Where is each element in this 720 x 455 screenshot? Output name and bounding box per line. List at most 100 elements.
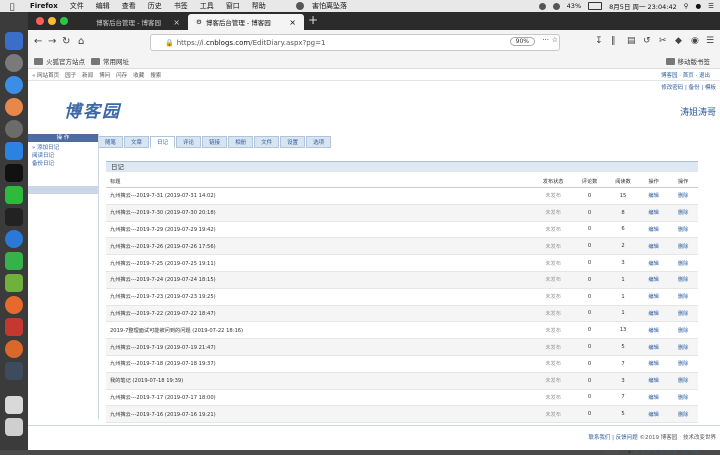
zoom-window-icon[interactable] bbox=[60, 17, 68, 25]
iqiyi-icon[interactable] bbox=[5, 252, 23, 270]
menu-app-name[interactable]: Firefox bbox=[24, 2, 64, 10]
edit-link[interactable]: 编辑 bbox=[638, 254, 670, 272]
diary-title[interactable]: 九州捭云---2019-7-17 (2019-07-17 18:00) bbox=[106, 389, 536, 407]
postman-icon[interactable] bbox=[5, 340, 23, 358]
delete-link[interactable]: 删除 bbox=[669, 204, 698, 222]
finder-icon[interactable] bbox=[5, 32, 23, 50]
tab-inactive[interactable]: 博客后台管理 - 博客园 × bbox=[88, 14, 188, 30]
delete-link[interactable]: 删除 bbox=[669, 237, 698, 256]
diary-title[interactable]: 九州捭云---2019-7-26 (2019-07-26 17:56) bbox=[106, 237, 536, 256]
terminal-icon[interactable] bbox=[5, 164, 23, 182]
topnav-favorites[interactable]: 收藏 bbox=[133, 71, 144, 79]
edit-link[interactable]: 编辑 bbox=[638, 305, 670, 323]
bookmark-firefox-sites[interactable]: 火狐官方站点 bbox=[34, 56, 85, 66]
topnav-news[interactable]: 新闻 bbox=[82, 71, 93, 79]
menu-bookmarks[interactable]: 书签 bbox=[168, 1, 194, 11]
topnav-garden[interactable]: 园子 bbox=[65, 71, 76, 79]
menu-view[interactable]: 查看 bbox=[116, 1, 142, 11]
delete-link[interactable]: 删除 bbox=[669, 288, 698, 306]
topnav-search[interactable]: 搜索 bbox=[150, 71, 161, 79]
photos-icon[interactable] bbox=[5, 98, 23, 116]
delete-link[interactable]: 删除 bbox=[669, 221, 698, 239]
wifi-icon[interactable] bbox=[538, 2, 546, 10]
delete-link[interactable]: 删除 bbox=[669, 355, 698, 373]
diary-title[interactable]: 九州捭云---2019-7-23 (2019-07-23 19:25) bbox=[106, 288, 536, 306]
library-icon[interactable]: ‖ bbox=[611, 36, 616, 46]
edit-link[interactable]: 编辑 bbox=[638, 288, 670, 306]
diary-title[interactable]: 九州捭云---2019-7-16 (2019-07-16 19:21) bbox=[106, 405, 536, 424]
bookmark-star-icon[interactable]: ☆ bbox=[552, 36, 558, 44]
forward-button[interactable]: → bbox=[48, 36, 56, 47]
diary-title[interactable]: 九州捭云---2019-7-30 (2019-07-30 20:18) bbox=[106, 204, 536, 222]
edit-link[interactable]: 编辑 bbox=[638, 237, 670, 256]
page-actions-icon[interactable]: ··· bbox=[542, 36, 549, 44]
sidebar-icon[interactable]: ▤ bbox=[627, 36, 636, 46]
diary-title[interactable]: 九州捭云---2019-7-18 (2019-07-18 19:37) bbox=[106, 355, 536, 373]
topnav-flash[interactable]: 闪存 bbox=[116, 71, 127, 79]
sidebar-add-diary[interactable]: » 添加日记 bbox=[32, 144, 98, 152]
site-logo[interactable]: 博客园 bbox=[64, 97, 121, 122]
sidebar-read-diary[interactable]: 阅读日记 bbox=[32, 152, 98, 160]
close-window-icon[interactable] bbox=[36, 17, 44, 25]
edit-link[interactable]: 编辑 bbox=[638, 355, 670, 373]
menu-history[interactable]: 历史 bbox=[142, 1, 168, 11]
delete-link[interactable]: 删除 bbox=[669, 271, 698, 289]
safari-icon[interactable] bbox=[5, 76, 23, 94]
screen-app-icon[interactable] bbox=[5, 362, 23, 380]
user-name[interactable]: 涛姐涛哥 bbox=[680, 105, 716, 118]
diary-title[interactable]: 九州捭云---2019-7-22 (2019-07-22 18:47) bbox=[106, 305, 536, 323]
mobile-bookmarks[interactable]: 移动版书签 bbox=[665, 56, 710, 66]
edit-link[interactable]: 编辑 bbox=[638, 187, 670, 205]
system-preferences-icon[interactable] bbox=[5, 120, 23, 138]
menu-window[interactable]: 窗口 bbox=[220, 1, 246, 11]
edit-link[interactable]: 编辑 bbox=[638, 221, 670, 239]
kugou-icon[interactable] bbox=[5, 230, 23, 248]
screenshot-icon[interactable]: ✂ bbox=[659, 36, 667, 46]
url-text[interactable]: https://i.cnblogs.com/EditDiary.aspx?pg=… bbox=[177, 39, 326, 47]
reload-button[interactable]: ↻ bbox=[62, 36, 70, 47]
delete-link[interactable]: 删除 bbox=[669, 389, 698, 407]
diary-title[interactable]: 九州捭云---2019-7-24 (2019-07-24 18:15) bbox=[106, 271, 536, 289]
minimize-window-icon[interactable] bbox=[48, 17, 56, 25]
close-tab-icon[interactable]: × bbox=[173, 18, 180, 27]
edit-link[interactable]: 编辑 bbox=[638, 204, 670, 222]
delete-link[interactable]: 删除 bbox=[669, 254, 698, 272]
menu-file[interactable]: 文件 bbox=[64, 1, 90, 11]
edit-link[interactable]: 编辑 bbox=[638, 271, 670, 289]
status-app-icon[interactable] bbox=[296, 2, 304, 10]
topnav-right-links[interactable]: 博客园 · 首页 · 退出 bbox=[661, 71, 710, 79]
home-button[interactable]: ⌂ bbox=[78, 36, 84, 47]
new-tab-button[interactable]: + bbox=[308, 13, 318, 27]
downloads-button[interactable]: ↧ bbox=[595, 36, 603, 46]
menu-edit[interactable]: 编辑 bbox=[90, 1, 116, 11]
synced-tabs-icon[interactable]: ↺ bbox=[643, 36, 651, 46]
menu-tools[interactable]: 工具 bbox=[194, 1, 220, 11]
search-icon[interactable]: ⚲ bbox=[684, 2, 689, 10]
zoom-indicator[interactable]: 90% bbox=[509, 37, 535, 46]
siri-icon[interactable]: ● bbox=[696, 2, 702, 10]
url-bar[interactable]: 🔒 https://i.cnblogs.com/EditDiary.aspx?p… bbox=[150, 34, 560, 51]
acrobat-icon[interactable] bbox=[5, 318, 23, 336]
battery-percent[interactable]: 43% bbox=[567, 2, 581, 10]
delete-link[interactable]: 删除 bbox=[669, 405, 698, 424]
edit-link[interactable]: 编辑 bbox=[638, 321, 670, 340]
delete-link[interactable]: 删除 bbox=[669, 321, 698, 340]
datetime[interactable]: 8月5日 周一 23:04:42 bbox=[609, 1, 677, 11]
diary-title[interactable]: 九州捭云---2019-7-31 (2019-07-31 14:02) bbox=[106, 187, 536, 205]
firefox-icon[interactable] bbox=[5, 296, 23, 314]
lock-icon[interactable]: 🔒 bbox=[165, 39, 174, 47]
wechat-work-icon[interactable] bbox=[5, 274, 23, 292]
launchpad-icon[interactable] bbox=[5, 54, 23, 72]
tab-active[interactable]: ⚙ 博客后台管理 - 博客园 × bbox=[188, 14, 304, 30]
back-button[interactable]: ← bbox=[34, 36, 42, 47]
diary-title[interactable]: 九州捭云---2019-7-29 (2019-07-29 19:42) bbox=[106, 221, 536, 239]
sidebar-backup-diary[interactable]: 备份日记 bbox=[32, 160, 98, 168]
edit-link[interactable]: 编辑 bbox=[638, 338, 670, 356]
battery-icon[interactable] bbox=[588, 2, 603, 10]
diary-title[interactable]: 九州捭云---2019-7-19 (2019-07-19 21:47) bbox=[106, 338, 536, 356]
volume-icon[interactable] bbox=[552, 2, 560, 10]
wechat-icon[interactable] bbox=[5, 186, 23, 204]
delete-link[interactable]: 删除 bbox=[669, 305, 698, 323]
apple-icon[interactable]:  bbox=[0, 2, 24, 11]
delete-link[interactable]: 删除 bbox=[669, 338, 698, 356]
